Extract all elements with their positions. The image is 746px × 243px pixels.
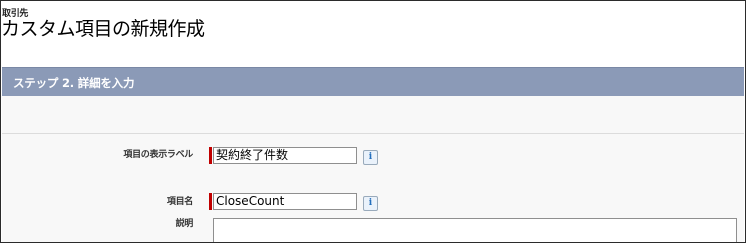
- app-window: 取引先 カスタム項目の新規作成 ステップ 2. 詳細を入力 項目の表示ラベル 契…: [0, 0, 746, 243]
- info-icon[interactable]: i: [363, 196, 378, 211]
- section-divider: [2, 133, 744, 134]
- field-label-display-label: 項目の表示ラベル: [123, 150, 193, 160]
- page-title: カスタム項目の新規作成: [1, 18, 205, 40]
- step-header: ステップ 2. 詳細を入力: [2, 67, 744, 97]
- description-textarea[interactable]: [213, 218, 737, 242]
- required-marker: [209, 193, 212, 210]
- step-title: ステップ 2. 詳細を入力: [13, 76, 135, 90]
- field-name-input[interactable]: CloseCount: [213, 193, 357, 210]
- display-label-input[interactable]: 契約終了件数: [213, 147, 357, 164]
- required-marker: [209, 147, 212, 164]
- info-icon[interactable]: i: [363, 150, 378, 165]
- field-label-description: 説明: [175, 219, 194, 229]
- field-label-field-name: 項目名: [166, 197, 193, 207]
